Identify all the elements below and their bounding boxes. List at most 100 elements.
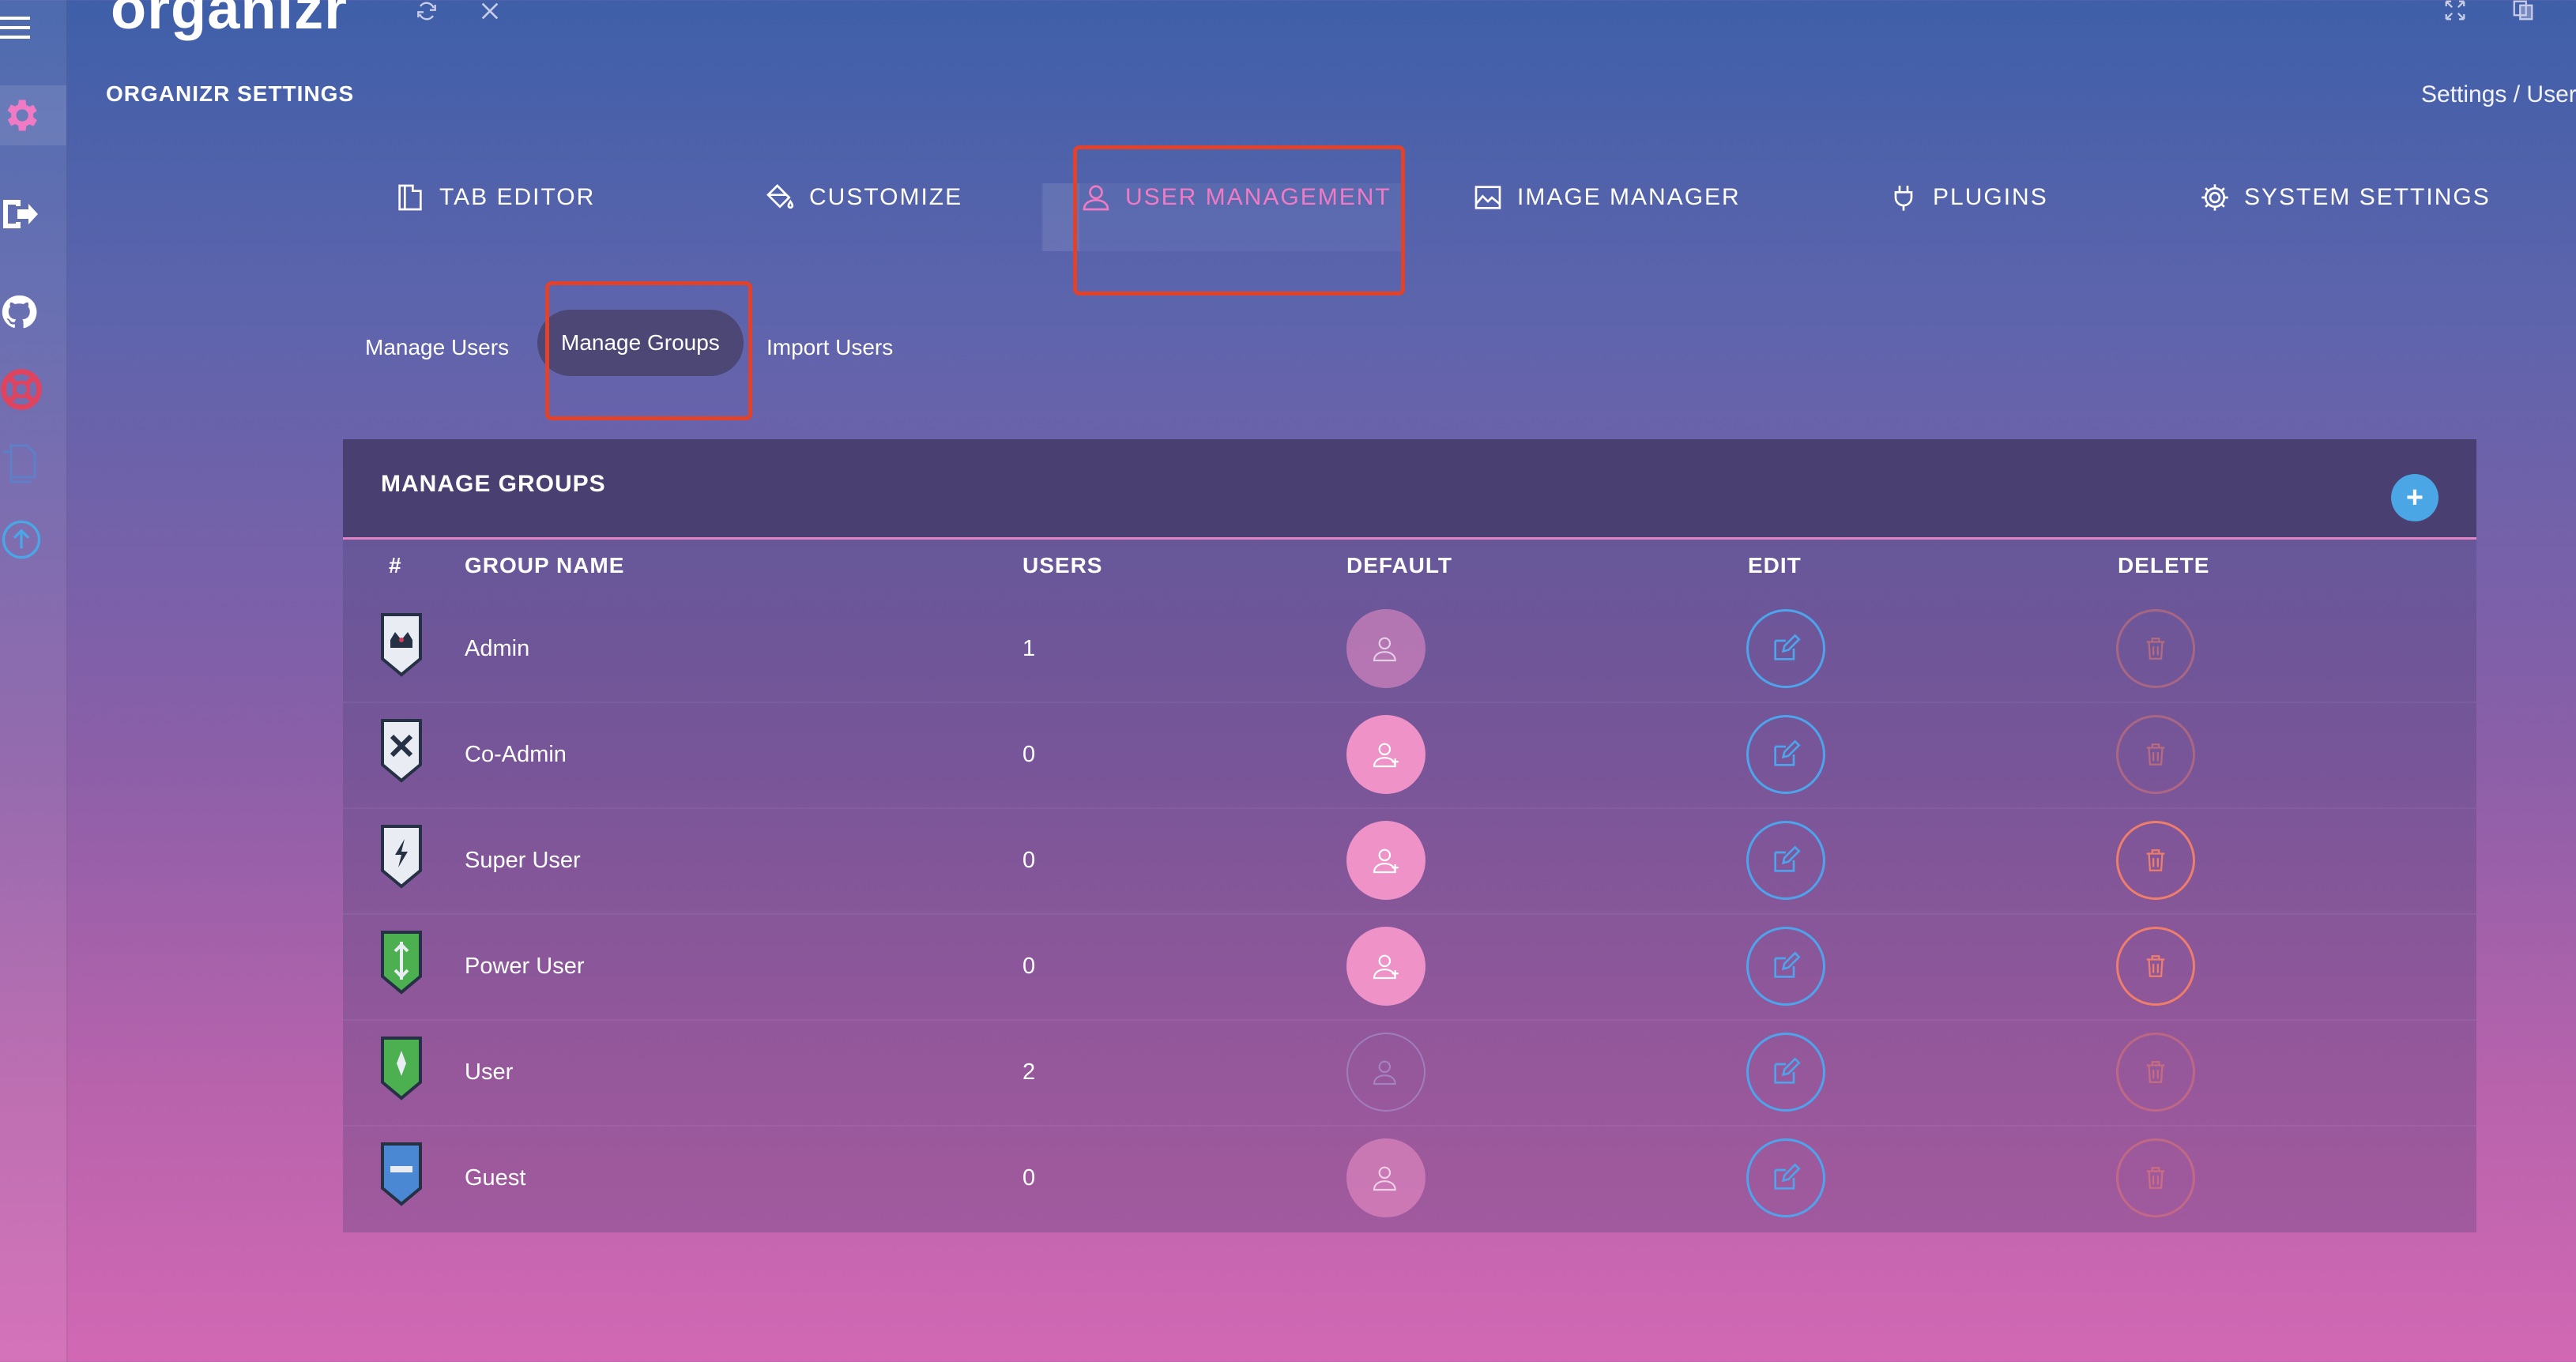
menu-toggle-button[interactable] <box>0 0 66 55</box>
guest-shield-icon <box>381 1142 422 1206</box>
edit-icon <box>1774 634 1801 660</box>
power-user-shield-icon <box>381 931 422 995</box>
edit-icon <box>1774 1163 1801 1190</box>
arrow-up-circle-icon <box>2 520 41 559</box>
edit-group-button[interactable] <box>1746 927 1825 1006</box>
sidebar-item-github[interactable] <box>0 284 66 340</box>
group-name: Co-Admin <box>465 741 567 767</box>
gear-icon <box>7 100 37 131</box>
super-user-shield-icon <box>381 825 422 889</box>
default-group-button[interactable] <box>1346 715 1425 794</box>
tab-tab-editor[interactable]: TAB EDITOR <box>394 158 595 237</box>
default-group-button[interactable] <box>1346 821 1425 900</box>
gear-icon <box>2201 184 2228 211</box>
close-button[interactable] <box>477 0 503 24</box>
default-group-button[interactable] <box>1346 1033 1425 1112</box>
app-logo: organizr <box>111 0 348 41</box>
tab-system-settings[interactable]: SYSTEM SETTINGS <box>2198 158 2491 237</box>
default-group-button[interactable] <box>1346 1138 1425 1217</box>
edit-group-button[interactable] <box>1746 609 1825 688</box>
table-row: Guest 0 <box>343 1125 2476 1231</box>
group-name: Admin <box>465 635 530 661</box>
lifebuoy-icon <box>1 369 42 410</box>
delete-group-button[interactable] <box>2116 609 2195 688</box>
group-name: User <box>465 1059 514 1085</box>
edit-icon <box>1774 1057 1801 1084</box>
edit-group-button[interactable] <box>1746 1033 1825 1112</box>
default-group-button[interactable] <box>1346 927 1425 1006</box>
table-row: Co-Admin 0 <box>343 702 2476 809</box>
delete-group-button[interactable] <box>2116 1138 2195 1217</box>
edit-group-button[interactable] <box>1746 715 1825 794</box>
documents-icon <box>3 444 36 483</box>
subtab-import-users[interactable]: Import Users <box>766 314 893 381</box>
trash-icon <box>2146 849 2165 871</box>
paint-bucket-icon <box>766 184 794 209</box>
user-shield-icon <box>381 1037 422 1101</box>
group-user-count: 0 <box>1022 953 1036 979</box>
translate-icon <box>2513 0 2533 21</box>
user-icon <box>1083 185 1109 211</box>
sidebar-item-docs[interactable] <box>0 436 66 491</box>
user-plus-icon <box>1373 743 1399 768</box>
table-row: Power User 0 <box>343 913 2476 1021</box>
group-name: Super User <box>465 847 581 873</box>
delete-group-button[interactable] <box>2116 927 2195 1006</box>
tab-label: SYSTEM SETTINGS <box>2244 184 2491 210</box>
sidebar-item-settings[interactable] <box>0 85 66 145</box>
delete-group-button[interactable] <box>2116 715 2195 794</box>
user-plus-icon <box>1373 954 1399 980</box>
admin-shield-icon <box>381 613 422 677</box>
trash-icon <box>2146 1167 2165 1189</box>
default-group-button[interactable] <box>1346 609 1425 688</box>
page-title: ORGANIZR SETTINGS <box>106 81 355 106</box>
subtab-manage-groups[interactable]: Manage Groups <box>537 310 744 376</box>
refresh-icon <box>417 2 436 21</box>
tab-label: CUSTOMIZE <box>809 184 963 210</box>
delete-group-button[interactable] <box>2116 821 2195 900</box>
trash-icon <box>2146 1061 2165 1083</box>
table-row: User 2 <box>343 1019 2476 1127</box>
tab-plugins[interactable]: PLUGINS <box>1887 158 2048 237</box>
edit-group-button[interactable] <box>1746 1138 1825 1217</box>
panel-header: MANAGE GROUPS + <box>343 439 2476 540</box>
expand-icon <box>2445 0 2465 21</box>
hamburger-icon <box>0 17 30 39</box>
sidebar-item-help[interactable] <box>0 362 66 417</box>
fullscreen-button[interactable] <box>2442 0 2469 22</box>
co-admin-shield-icon <box>381 719 422 783</box>
image-icon <box>1474 186 1501 209</box>
sidebar-item-update[interactable] <box>0 512 66 567</box>
tab-image-manager[interactable]: IMAGE MANAGER <box>1471 158 1741 237</box>
tab-label: PLUGINS <box>1933 184 2048 210</box>
panel-title: MANAGE GROUPS <box>381 471 606 497</box>
column-header-group-name: GROUP NAME <box>465 553 625 578</box>
edit-group-button[interactable] <box>1746 821 1825 900</box>
refresh-button[interactable] <box>412 0 441 24</box>
column-header-number: # <box>389 553 402 578</box>
user-plus-icon <box>1373 848 1399 874</box>
group-user-count: 0 <box>1022 741 1036 767</box>
table-row: Super User 0 <box>343 807 2476 915</box>
column-header-delete: DELETE <box>2118 553 2210 578</box>
delete-group-button[interactable] <box>2116 1033 2195 1112</box>
user-plus-icon <box>1373 637 1396 662</box>
group-name: Guest <box>465 1164 526 1191</box>
tab-customize[interactable]: CUSTOMIZE <box>763 158 962 237</box>
sidebar <box>0 0 68 1362</box>
language-button[interactable] <box>2510 0 2536 22</box>
logout-icon <box>3 200 38 228</box>
subtab-manage-users[interactable]: Manage Users <box>365 314 509 381</box>
group-user-count: 0 <box>1022 1164 1036 1191</box>
trash-icon <box>2146 743 2165 766</box>
tab-label: IMAGE MANAGER <box>1517 184 1741 210</box>
breadcrumb: Settings / User <box>2421 81 2576 107</box>
user-plus-icon <box>1373 1166 1396 1191</box>
edit-icon <box>1774 951 1801 978</box>
add-group-button[interactable]: + <box>2391 474 2439 521</box>
close-icon <box>481 2 499 20</box>
tab-user-management[interactable]: USER MANAGEMENT <box>1043 158 1392 251</box>
sidebar-item-logout[interactable] <box>0 186 66 242</box>
edit-icon <box>1774 845 1801 872</box>
github-icon <box>2 295 37 329</box>
